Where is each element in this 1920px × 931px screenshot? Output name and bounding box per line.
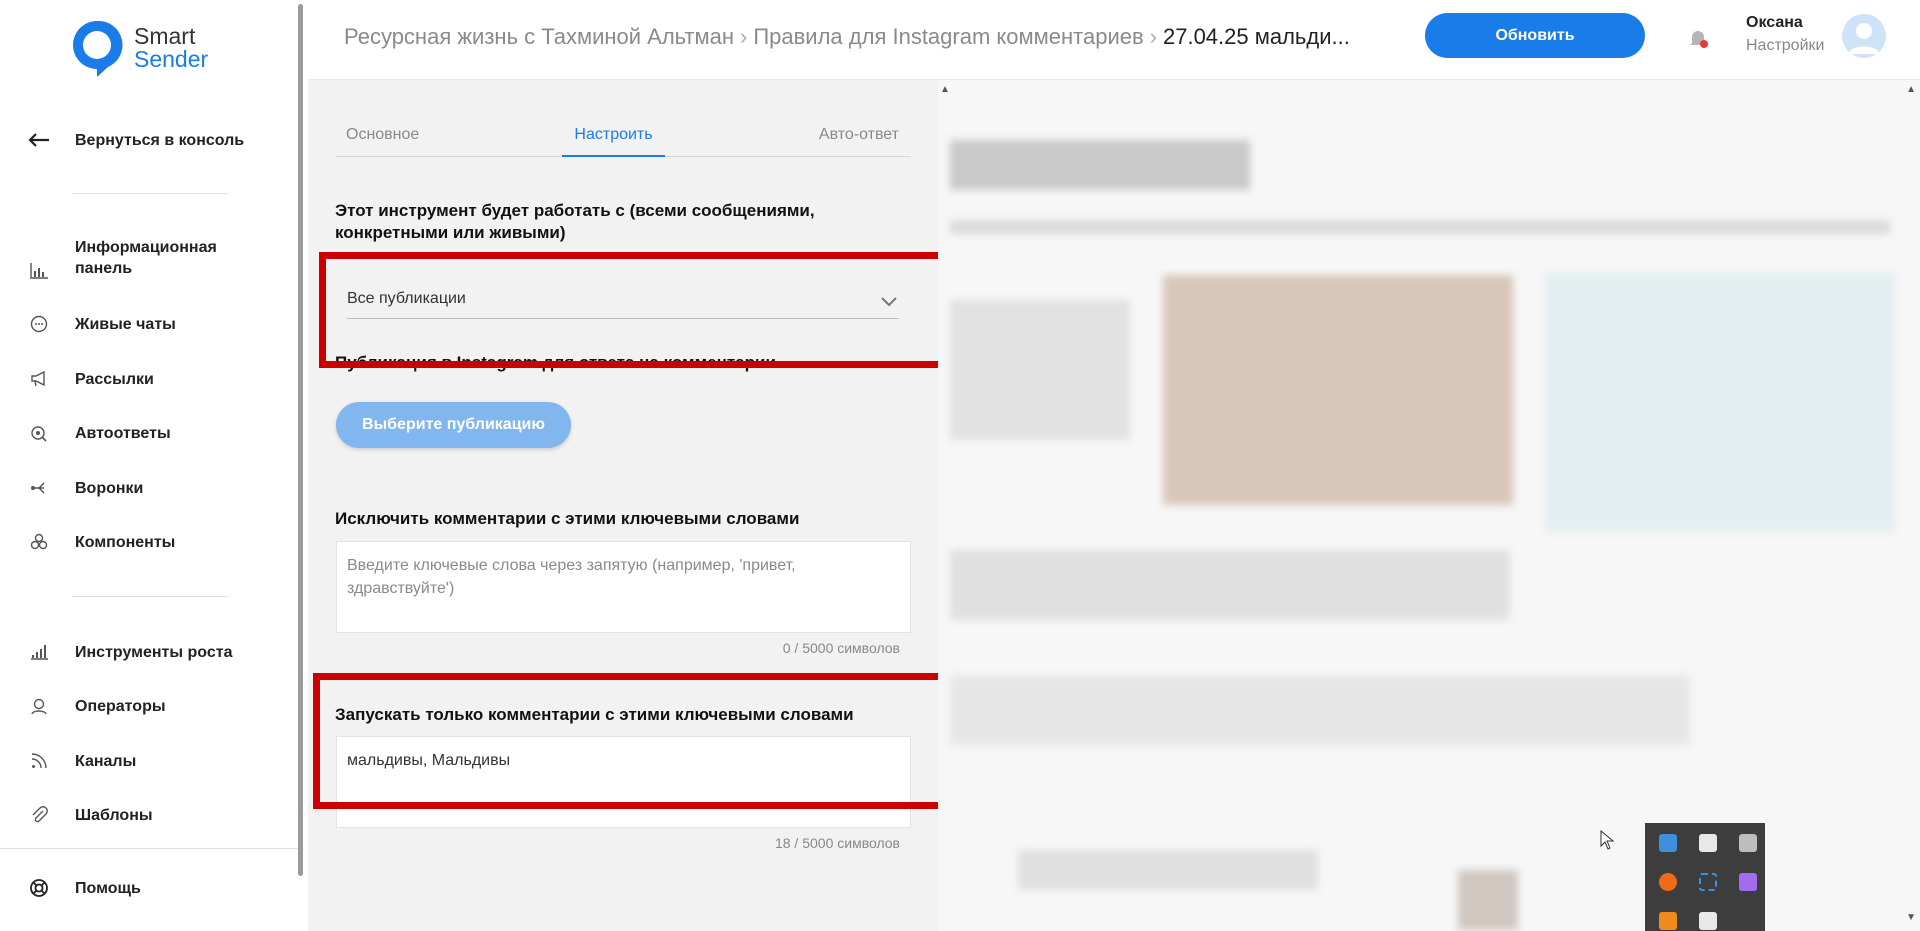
divider: [72, 193, 228, 194]
user-name[interactable]: Оксана: [1746, 14, 1803, 32]
bell-icon[interactable]: [1686, 26, 1710, 50]
scroll-up-arrow[interactable]: ▲: [940, 84, 950, 95]
funnel-icon: [28, 477, 50, 499]
sidebar-scrollbar[interactable]: [298, 4, 303, 876]
tab-basic[interactable]: Основное: [346, 120, 419, 157]
divider: [0, 848, 298, 849]
growth-icon: [28, 641, 50, 663]
app-icon[interactable]: [1659, 834, 1677, 852]
chevron-right-icon: ›: [1149, 24, 1157, 49]
sidebar-item-live-chats[interactable]: Живые чаты: [0, 313, 298, 335]
exclude-keywords-input[interactable]: Введите ключевые слова через запятую (на…: [336, 541, 911, 633]
telegram-icon[interactable]: [1699, 912, 1717, 930]
brand-logo[interactable]: Smart Sender: [70, 18, 208, 78]
divider: [72, 596, 228, 597]
blurred-preview-content: [938, 80, 1920, 931]
sidebar-item-label: Операторы: [75, 697, 166, 715]
sidebar-item-dashboard[interactable]: Информационная панель: [0, 237, 298, 281]
components-icon: [28, 531, 50, 553]
sidebar-item-components[interactable]: Компоненты: [0, 531, 298, 553]
exclude-title: Исключить комментарии с этими ключевыми …: [335, 509, 800, 528]
tab-configure[interactable]: Настроить: [562, 120, 665, 157]
exclude-placeholder: Введите ключевые слова через запятую (на…: [347, 557, 796, 597]
sidebar-item-label: Инструменты роста: [75, 643, 233, 661]
sidebar-item-label: Шаблоны: [75, 806, 153, 824]
breadcrumb-tool[interactable]: Правила для Instagram комментариев: [753, 24, 1143, 50]
fire-icon[interactable]: [1659, 912, 1677, 930]
sidebar-item-funnels[interactable]: Воронки: [0, 477, 298, 499]
cloud-off-icon[interactable]: [1739, 834, 1757, 852]
back-label: Вернуться в консоль: [75, 131, 245, 149]
sidebar-item-label: Каналы: [75, 752, 137, 770]
user-settings-link[interactable]: Настройки: [1746, 37, 1824, 55]
sidebar-item-label: Информационная панель: [75, 239, 217, 277]
exclude-counter: 0 / 5000 символов: [782, 640, 900, 656]
scroll-down-arrow[interactable]: ▼: [1906, 912, 1916, 923]
highlight-box: [319, 252, 1017, 368]
lifebuoy-icon: [28, 877, 50, 899]
megaphone-icon: [28, 368, 50, 390]
autoreply-icon: [28, 422, 50, 444]
scope-title: Этот инструмент будет работать с (всеми …: [335, 201, 815, 242]
feather-icon[interactable]: [1739, 873, 1757, 891]
sidebar-item-label: Компоненты: [75, 533, 176, 551]
rss-icon: [28, 750, 50, 772]
select-publication-button[interactable]: Выберите публикацию: [336, 402, 571, 448]
chart-icon: [28, 260, 50, 282]
tab-bar: Основное Настроить Авто-ответ: [335, 120, 911, 157]
system-tray-popup: [1645, 823, 1765, 931]
sidebar-item-autoreplies[interactable]: Автоответы: [0, 422, 298, 444]
shield-icon[interactable]: [1699, 834, 1717, 852]
sidebar-item-label: Живые чаты: [75, 315, 176, 333]
top-header: Ресурсная жизнь с Тахминой Альтман › Пра…: [308, 0, 1920, 80]
brand-line1: Smart: [134, 23, 196, 49]
sidebar-item-templates[interactable]: Шаблоны: [0, 804, 298, 826]
sidebar-item-label: Воронки: [75, 479, 144, 497]
highlight-box: [313, 673, 1041, 809]
sidebar-item-label: Помощь: [75, 879, 141, 897]
logo-icon: [73, 20, 123, 77]
page-preview: ▲ ▲ ▼: [938, 80, 1920, 931]
scroll-up-arrow[interactable]: ▲: [1906, 84, 1916, 95]
sidebar-item-growth-tools[interactable]: Инструменты роста: [0, 641, 298, 663]
sidebar-item-label: Рассылки: [75, 370, 154, 388]
sidebar-item-operators[interactable]: Операторы: [0, 695, 298, 717]
avatar[interactable]: [1842, 14, 1886, 58]
arrow-left-icon: [28, 129, 50, 151]
sidebar-item-label: Автоответы: [75, 424, 171, 442]
update-button[interactable]: Обновить: [1425, 13, 1645, 58]
breadcrumb: Ресурсная жизнь с Тахминой Альтман › Пра…: [344, 24, 1350, 50]
sidebar-item-help[interactable]: Помощь: [0, 877, 298, 899]
alert-icon[interactable]: [1659, 873, 1677, 891]
sidebar-item-channels[interactable]: Каналы: [0, 750, 298, 772]
breadcrumb-project[interactable]: Ресурсная жизнь с Тахминой Альтман: [344, 24, 734, 50]
clip-icon: [28, 804, 50, 826]
operator-icon: [28, 695, 50, 717]
screenshot-icon[interactable]: [1699, 873, 1717, 891]
chevron-right-icon: ›: [740, 24, 748, 49]
cursor-icon: [1600, 829, 1615, 855]
breadcrumb-current: 27.04.25 мальди...: [1162, 24, 1350, 49]
chat-icon: [28, 313, 50, 335]
sidebar: Smart Sender Вернуться в консоль Информа…: [0, 0, 303, 931]
brand-line2: Sender: [134, 46, 209, 72]
tab-auto-reply[interactable]: Авто-ответ: [819, 120, 899, 157]
back-to-console[interactable]: Вернуться в консоль: [0, 129, 298, 151]
sidebar-item-broadcasts[interactable]: Рассылки: [0, 368, 298, 390]
include-counter: 18 / 5000 символов: [774, 835, 900, 851]
